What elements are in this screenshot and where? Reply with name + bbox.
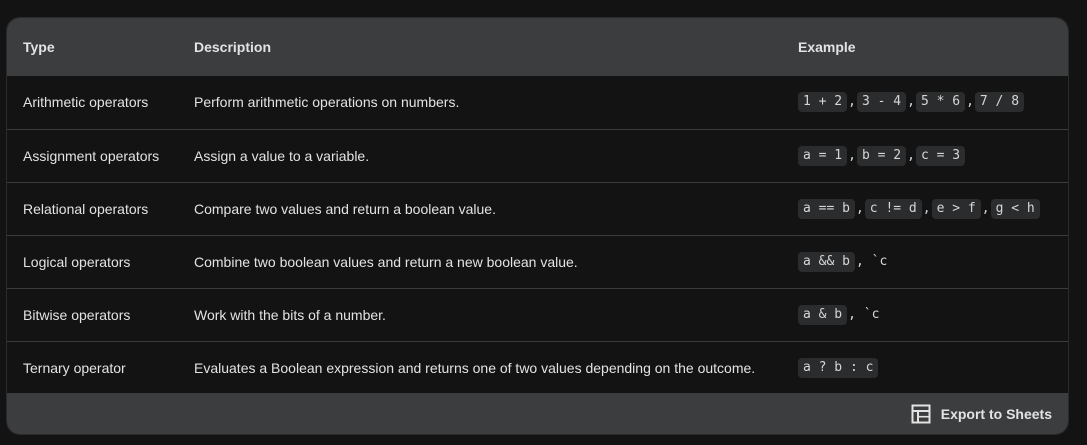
cell-description: Compare two values and return a boolean … (194, 200, 496, 217)
example-separator: , (848, 147, 856, 163)
example-code: 3 - 4 (856, 92, 907, 113)
cell-example: a ? b : c (782, 341, 1068, 394)
example-list: a = 1,b = 2,c = 3 (798, 145, 966, 166)
table-row: Bitwise operators Work with the bits of a… (7, 288, 1068, 341)
example-code: a = 1 (798, 145, 848, 166)
example-separator: , (981, 200, 990, 216)
example-separator: , (855, 200, 864, 216)
example-code: 5 * 6 (915, 92, 966, 113)
example-code: g < h (990, 198, 1040, 219)
example-separator: , (966, 94, 974, 110)
table-row: Logical operators Combine two boolean val… (7, 235, 1068, 288)
table-grid-icon (911, 404, 931, 423)
table-footer: Export to Sheets (7, 393, 1068, 434)
cell-description: Assign a value to a variable. (194, 147, 370, 164)
table-body: Arithmetic operators Perform arithmetic o… (7, 76, 1068, 394)
example-code: c = 3 (915, 145, 966, 166)
example-list: a && b, `c (798, 251, 888, 272)
cell-type: Logical operators (23, 253, 131, 270)
operators-table-card: Type Description Example Arithmetic oper… (6, 17, 1069, 435)
example-code: c != d (864, 198, 922, 219)
example-trailing-text: , `c (848, 306, 880, 322)
table-row: Relational operators Compare two values a… (7, 182, 1068, 235)
example-separator: , (922, 200, 931, 216)
example-code: a && b (798, 251, 855, 272)
cell-example: a & b, `c (782, 288, 1068, 341)
operators-table: Type Description Example Arithmetic oper… (7, 18, 1068, 394)
cell-example: a == b,c != d,e > f,g < h (782, 182, 1068, 235)
table-row: Arithmetic operators Perform arithmetic o… (7, 76, 1068, 129)
cell-description: Work with the bits of a number. (194, 306, 386, 323)
cell-example: a && b, `c (782, 235, 1068, 288)
example-list: a == b,c != d,e > f,g < h (798, 198, 1040, 219)
example-code: 1 + 2 (798, 92, 848, 113)
cell-description: Perform arithmetic operations on numbers… (194, 94, 460, 111)
example-list: 1 + 2,3 - 4,5 * 6,7 / 8 (798, 92, 1025, 113)
export-label: Export to Sheets (940, 405, 1052, 422)
example-code: b = 2 (856, 145, 907, 166)
example-separator: , (848, 94, 856, 110)
header-row: Type Description Example (7, 18, 1068, 76)
export-to-sheets-button[interactable]: Export to Sheets (911, 404, 1052, 424)
table-header: Type Description Example (7, 18, 1068, 76)
table-row: Ternary operator Evaluates a Boolean expr… (7, 341, 1068, 394)
example-code: a == b (798, 198, 855, 219)
cell-example: 1 + 2,3 - 4,5 * 6,7 / 8 (782, 76, 1068, 129)
example-code: e > f (931, 198, 981, 219)
cell-example: a = 1,b = 2,c = 3 (782, 129, 1068, 182)
header-example: Example (798, 39, 856, 55)
header-type: Type (23, 39, 55, 55)
example-code: a & b (798, 304, 848, 325)
cell-type: Relational operators (23, 200, 149, 217)
example-separator: , (907, 147, 915, 163)
example-code: a ? b : c (798, 357, 879, 378)
cell-type: Arithmetic operators (23, 94, 149, 111)
header-description: Description (194, 39, 272, 55)
example-code: 7 / 8 (974, 92, 1025, 113)
cell-type: Bitwise operators (23, 306, 131, 323)
cell-type: Assignment operators (23, 147, 160, 164)
cell-description: Evaluates a Boolean expression and retur… (194, 359, 756, 376)
table-row: Assignment operators Assign a value to a … (7, 129, 1068, 182)
example-trailing-text: , `c (855, 253, 888, 269)
example-separator: , (907, 94, 915, 110)
example-list: a ? b : c (798, 357, 879, 378)
cell-description: Combine two boolean values and return a … (194, 253, 578, 270)
cell-type: Ternary operator (23, 359, 126, 376)
example-list: a & b, `c (798, 304, 880, 325)
